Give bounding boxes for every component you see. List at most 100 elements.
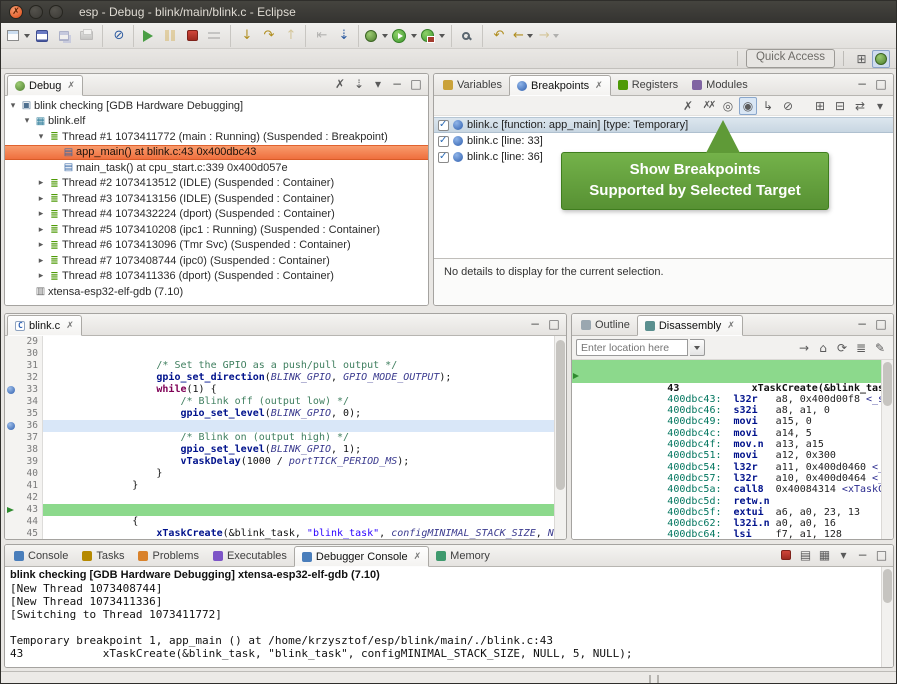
skip-all-breakpoints-icon[interactable]: ⊘ (779, 97, 797, 115)
last-edit-location-button[interactable]: ↶ (487, 25, 509, 47)
code-line[interactable]: 44 } (5, 516, 566, 528)
disassembly-row[interactable]: 43 xTaskCreate(&blink_task, "blink_tas (572, 360, 893, 371)
save-all-button[interactable] (54, 25, 76, 47)
editor-marker-ruler[interactable] (5, 372, 18, 384)
print-button[interactable] (76, 25, 98, 47)
tab-problems[interactable]: Problems (131, 545, 205, 566)
tab-outline[interactable]: Outline (574, 314, 637, 335)
code-line[interactable]: 39 } (5, 456, 566, 468)
debug-tree-item[interactable]: ▾ blink.elf (5, 114, 428, 130)
disassembly-row[interactable]: 400dbc4f: mov.n a13, a15 (572, 416, 893, 427)
forward-button[interactable]: → (535, 25, 561, 47)
remove-all-breakpoints-icon[interactable]: ✗✗ (699, 97, 717, 115)
debug-tree-item[interactable]: ▸ Thread #4 1073432224 (dport) (Suspende… (5, 207, 428, 223)
disassembly-row[interactable]: 400dbc5f: extui a6, a0, 23, 13 (572, 484, 893, 495)
tab-variables[interactable]: Variables (436, 74, 509, 95)
tab-breakpoints[interactable]: Breakpoints (509, 75, 611, 96)
disassembly-row[interactable]: 400dbc6a: bnone a8, a9, 0x400dbc8f <__ad… (572, 529, 893, 539)
skip-all-breakpoints-button[interactable]: ⊘ (107, 25, 129, 47)
editor-marker-ruler[interactable] (5, 408, 18, 420)
editor-marker-ruler[interactable] (5, 516, 18, 528)
editor-marker-ruler[interactable] (5, 456, 18, 468)
tree-expander-icon[interactable]: ▸ (35, 194, 47, 204)
disconnect-button[interactable] (204, 25, 226, 47)
disassembly-row[interactable]: 400dbc5a: call8 0x40084314 <xTaskCreateP… (572, 462, 893, 473)
code-line[interactable]: 42 { (5, 492, 566, 504)
debug-tree-item[interactable]: ▸ Thread #7 1073408744 (ipc0) (Suspended… (5, 253, 428, 269)
terminate-button[interactable] (182, 25, 204, 47)
tab-modules[interactable]: Modules (685, 74, 755, 95)
disassembly-listing[interactable]: 43 xTaskCreate(&blink_task, "blink_tas 4… (572, 360, 893, 539)
expand-all-icon[interactable]: ⊞ (811, 97, 829, 115)
open-perspective-button[interactable]: ⊞ (852, 50, 870, 68)
maximize-icon[interactable]: □ (872, 75, 890, 93)
disassembly-row[interactable]: 400dbc51: movi a12, 0x300 (572, 428, 893, 439)
view-menu-icon[interactable]: ▾ (369, 75, 387, 93)
scrollbar-thumb[interactable] (556, 340, 565, 490)
tree-expander-icon[interactable]: ▸ (35, 240, 47, 250)
disassembly-row[interactable]: 400dbc4c: movi a14, 5 (572, 405, 893, 416)
instruction-stepping-mode-icon[interactable]: ⇣ (350, 75, 368, 93)
quick-access-input[interactable]: Quick Access (746, 49, 835, 68)
minimize-icon[interactable]: − (853, 75, 871, 93)
instruction-stepping-button[interactable]: ⇣ (332, 25, 354, 47)
disassembly-row[interactable]: 400dbc67: blt a7, a2, 0x400dbc81 <__addd… (572, 518, 893, 529)
tab-close-icon[interactable] (414, 552, 422, 562)
tree-expander-icon[interactable]: ▾ (35, 132, 47, 142)
debug-perspective-button[interactable] (872, 50, 890, 68)
tree-expander-icon[interactable]: ▸ (35, 178, 47, 188)
editor-marker-ruler[interactable] (5, 444, 18, 456)
breakpoint-checkbox[interactable] (438, 152, 449, 163)
code-line[interactable]: 41 void app_main() (5, 480, 566, 492)
remove-selected-breakpoints-icon[interactable]: ✗ (679, 97, 697, 115)
tab-registers[interactable]: Registers (611, 74, 685, 95)
external-tools-button[interactable] (419, 25, 447, 47)
debugger-console-output[interactable]: blink checking [GDB Hardware Debugging] … (5, 567, 893, 667)
code-line[interactable]: 38 } (5, 444, 566, 456)
disassembly-row[interactable]: 400dbc57: l32r a10, 0x400d0464 <_stext+1… (572, 450, 893, 461)
new-wizard-button[interactable] (5, 25, 32, 47)
display-selected-console-icon[interactable]: ▤ (796, 546, 814, 564)
disassembly-row[interactable]: 400dbc5d: retw.n (572, 473, 893, 484)
editor-marker-ruler[interactable] (5, 492, 18, 504)
tab-blink-c[interactable]: blink.c (7, 315, 82, 336)
editor-marker-ruler[interactable] (5, 504, 18, 516)
debug-button[interactable] (363, 25, 390, 47)
debug-tree-item[interactable]: ▸ Thread #5 1073410208 (ipc1 : Running) … (5, 222, 428, 238)
home-icon[interactable]: ⌂ (814, 339, 832, 357)
search-button[interactable] (456, 25, 478, 47)
go-to-file-for-breakpoint-icon[interactable]: ↳ (759, 97, 777, 115)
code-line[interactable]: 29 /* Set the GPIO as a push/pull output… (5, 336, 566, 348)
minimize-icon[interactable]: − (853, 315, 871, 333)
breakpoint-item[interactable]: blink.c [function: app_main] [type: Temp… (434, 117, 893, 133)
close-button[interactable] (9, 5, 23, 19)
debug-tree-item[interactable]: ▾ blink checking [GDB Hardware Debugging… (5, 98, 428, 114)
editor-marker-ruler[interactable] (5, 360, 18, 372)
debug-tree-item[interactable]: ▸ Thread #3 1073413156 (IDLE) (Suspended… (5, 191, 428, 207)
tree-expander-icon[interactable]: ▸ (35, 271, 47, 281)
disassembly-row[interactable]: 400dbc62: l32i.n a0, a0, 16 (572, 496, 893, 507)
tree-expander-icon[interactable]: ▸ (35, 209, 47, 219)
editor-marker-ruler[interactable] (5, 468, 18, 480)
location-input[interactable] (576, 339, 688, 356)
code-line[interactable]: 35 /* Blink on (output high) */ (5, 408, 566, 420)
tree-expander-icon[interactable]: ▾ (21, 116, 33, 126)
remove-all-terminated-icon[interactable]: ✗ (331, 75, 349, 93)
view-menu-icon[interactable]: ▾ (834, 546, 852, 564)
tab-close-icon[interactable] (66, 321, 74, 331)
track-expression-icon[interactable]: ✎ (871, 339, 889, 357)
editor-marker-ruler[interactable] (5, 432, 18, 444)
location-dropdown-icon[interactable] (690, 339, 705, 356)
run-button[interactable] (390, 25, 419, 47)
link-with-debug-view-icon[interactable]: ⇄ (851, 97, 869, 115)
minimize-icon[interactable]: − (388, 75, 406, 93)
navigate-to-pc-icon[interactable]: → (795, 339, 813, 357)
tab-debugger-console[interactable]: Debugger Console (294, 546, 429, 567)
save-button[interactable] (32, 25, 54, 47)
disassembly-row[interactable]: 400dbc49: movi a15, 0 (572, 394, 893, 405)
minimize-button[interactable] (29, 5, 43, 19)
tab-executables[interactable]: Executables (206, 545, 294, 566)
show-source-icon[interactable]: ≣ (852, 339, 870, 357)
show-breakpoints-for-selection-icon[interactable]: ◎ (719, 97, 737, 115)
tree-expander-icon[interactable]: ▸ (35, 256, 47, 266)
